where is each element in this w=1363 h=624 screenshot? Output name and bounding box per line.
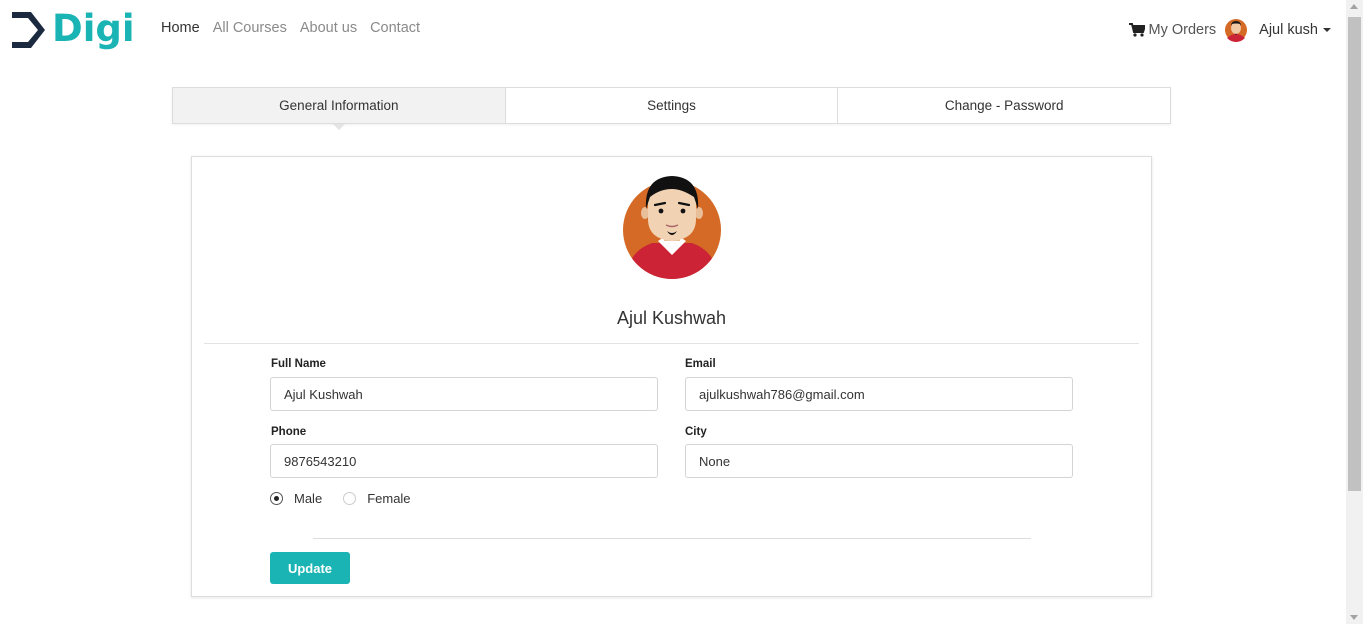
nav-right: My Orders Ajul kush <box>1129 14 1331 46</box>
gender-male-label: Male <box>294 491 323 506</box>
full-name-input[interactable] <box>270 377 658 411</box>
header-divider <box>204 343 1139 344</box>
user-avatar-icon[interactable] <box>1224 18 1248 42</box>
phone-input[interactable] <box>270 444 658 478</box>
main-nav: Home All Courses About us Contact <box>161 20 420 36</box>
tab-settings[interactable]: Settings <box>505 88 839 123</box>
tab-general-information[interactable]: General Information <box>173 88 506 130</box>
form-divider <box>313 538 1031 539</box>
profile-name: Ajul Kushwah <box>616 308 727 328</box>
gender-option-female[interactable]: Female <box>343 491 411 506</box>
page-scrollbar[interactable] <box>1346 0 1363 624</box>
city-input[interactable] <box>685 444 1073 478</box>
navbar: Digi Home All Courses About us Contact M… <box>0 0 1346 60</box>
update-button[interactable]: Update <box>270 552 350 584</box>
email-input[interactable] <box>685 377 1073 411</box>
nav-about-us[interactable]: About us <box>300 20 357 36</box>
profile-tabs: General Information Settings Change - Pa… <box>172 87 1171 130</box>
radio-unchecked-icon[interactable] <box>343 492 357 505</box>
email-label: Email <box>685 358 716 370</box>
user-menu[interactable]: Ajul kush <box>1259 22 1331 38</box>
gender-radio-group: Male Female <box>270 491 432 506</box>
my-orders-link[interactable]: My Orders <box>1129 22 1216 38</box>
city-label: City <box>685 426 707 438</box>
radio-checked-icon[interactable] <box>270 492 283 505</box>
scroll-up-arrow-icon[interactable] <box>1350 4 1358 9</box>
brand-mark-icon <box>12 12 45 48</box>
shopping-cart-icon <box>1129 23 1146 37</box>
nav-contact[interactable]: Contact <box>370 20 420 36</box>
nav-home[interactable]: Home <box>161 20 200 36</box>
profile-card: Ajul Kushwah Full Name Email Phone City … <box>191 156 1152 597</box>
gender-option-male[interactable]: Male <box>270 491 322 506</box>
my-orders-label: My Orders <box>1148 22 1217 38</box>
full-name-label: Full Name <box>271 358 326 370</box>
caret-down-icon <box>1323 28 1331 32</box>
phone-label: Phone <box>271 426 307 438</box>
user-name: Ajul kush <box>1259 22 1318 38</box>
scroll-thumb[interactable] <box>1348 17 1361 491</box>
tab-change-password[interactable]: Change - Password <box>838 88 1171 123</box>
scroll-down-arrow-icon[interactable] <box>1350 615 1358 620</box>
nav-all-courses[interactable]: All Courses <box>213 20 287 36</box>
brand-logo[interactable]: Digi <box>12 9 136 51</box>
profile-avatar <box>623 176 721 279</box>
gender-female-label: Female <box>367 491 411 506</box>
brand-name: Digi <box>52 7 135 50</box>
